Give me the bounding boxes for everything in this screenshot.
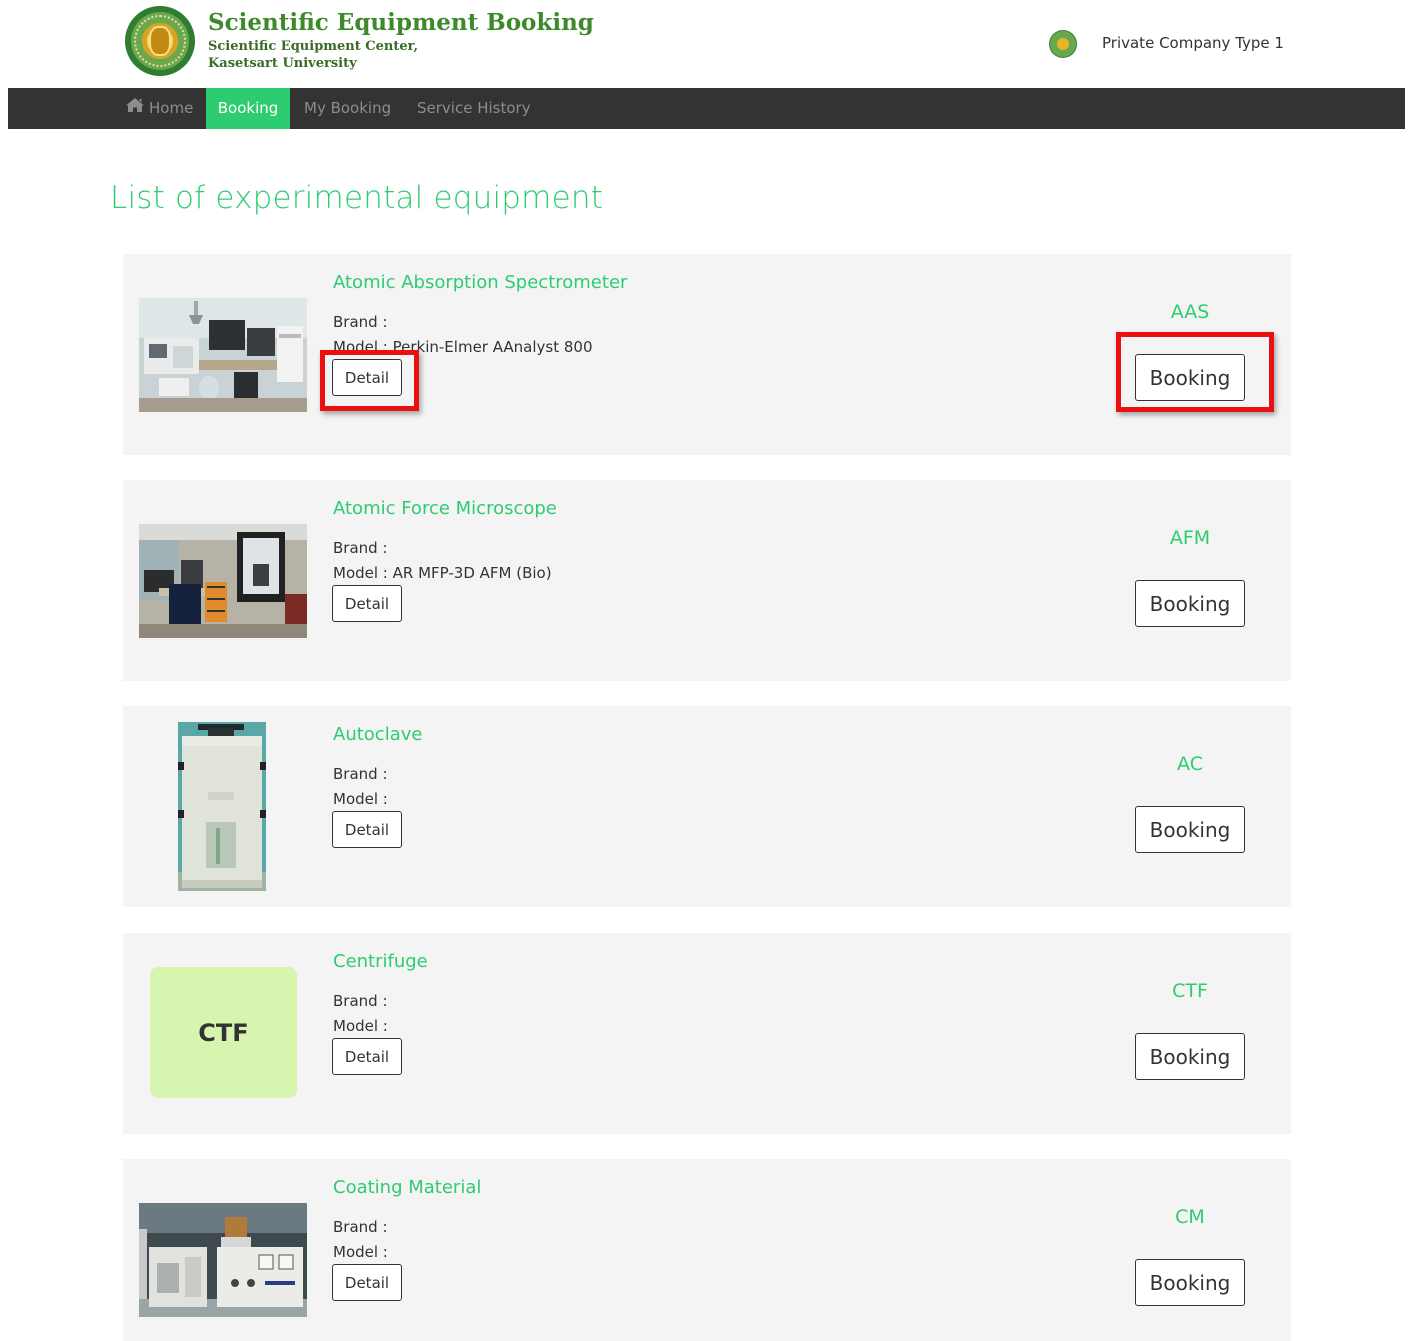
booking-button[interactable]: Booking (1135, 1259, 1245, 1306)
equipment-brand: Brand : (333, 539, 388, 557)
equipment-code: CTF (1172, 980, 1208, 1002)
equipment-code: CM (1175, 1206, 1205, 1228)
equipment-placeholder-tile[interactable]: CTF (150, 967, 297, 1098)
detail-button[interactable]: Detail (332, 811, 402, 848)
equipment-name[interactable]: Coating Material (333, 1177, 481, 1198)
equipment-name[interactable]: Atomic Force Microscope (333, 498, 557, 519)
user-avatar[interactable] (1049, 30, 1077, 58)
equipment-code: AAS (1170, 301, 1210, 323)
equipment-brand: Brand : (333, 992, 388, 1010)
equipment-photo[interactable] (139, 298, 307, 412)
equipment-photo[interactable] (139, 1203, 307, 1317)
booking-button-highlight (1116, 332, 1274, 412)
detail-button[interactable]: Detail (332, 1264, 402, 1301)
equipment-name[interactable]: Autoclave (333, 724, 422, 745)
university-logo[interactable] (125, 6, 195, 76)
detail-button-highlight (320, 350, 419, 411)
equipment-code: AC (1177, 753, 1203, 775)
equipment-card: Autoclave Brand : Model : Detail AC Book… (123, 706, 1291, 907)
equipment-brand: Brand : (333, 313, 388, 331)
logo-seal (149, 26, 171, 56)
site-subtitle: Scientific Equipment Center, Kasetsart U… (208, 38, 418, 72)
page-title: List of experimental equipment (110, 180, 604, 216)
booking-button[interactable]: Booking (1135, 1033, 1245, 1080)
equipment-card: Atomic Force Microscope Brand : Model : … (123, 480, 1291, 681)
equipment-code: AFM (1169, 527, 1211, 549)
equipment-model: Model : AR MFP-3D AFM (Bio) (333, 564, 552, 582)
equipment-photo[interactable] (178, 722, 266, 891)
equipment-model: Model : (333, 790, 388, 808)
site-header: Scientific Equipment Booking Scientific … (0, 0, 1408, 88)
detail-button[interactable]: Detail (332, 585, 402, 622)
equipment-name[interactable]: Atomic Absorption Spectrometer (333, 272, 627, 293)
site-subtitle-line-2: Kasetsart University (208, 56, 357, 71)
site-subtitle-line-1: Scientific Equipment Center, (208, 39, 419, 54)
nav-service-history[interactable]: Service History (417, 88, 531, 129)
equipment-photo[interactable] (139, 524, 307, 638)
equipment-brand: Brand : (333, 765, 388, 783)
nav-booking[interactable]: Booking (206, 88, 290, 129)
booking-button[interactable]: Booking (1135, 806, 1245, 853)
booking-button[interactable]: Booking (1135, 580, 1245, 627)
equipment-card: Coating Material Brand : Model : Detail … (123, 1159, 1291, 1341)
home-icon (125, 88, 145, 129)
user-name[interactable]: Private Company Type 1 (1102, 34, 1284, 52)
site-title[interactable]: Scientific Equipment Booking (208, 9, 594, 36)
nav-home[interactable]: Home (125, 88, 193, 129)
detail-button[interactable]: Detail (332, 1038, 402, 1075)
equipment-model: Model : (333, 1017, 388, 1035)
main-navbar: Home Booking My Booking Service History (8, 88, 1405, 129)
nav-home-label: Home (149, 99, 194, 117)
equipment-card: CTF Centrifuge Brand : Model : Detail CT… (123, 933, 1291, 1134)
equipment-brand: Brand : (333, 1218, 388, 1236)
equipment-model: Model : (333, 1243, 388, 1261)
nav-my-booking[interactable]: My Booking (304, 88, 391, 129)
equipment-name[interactable]: Centrifuge (333, 951, 428, 972)
